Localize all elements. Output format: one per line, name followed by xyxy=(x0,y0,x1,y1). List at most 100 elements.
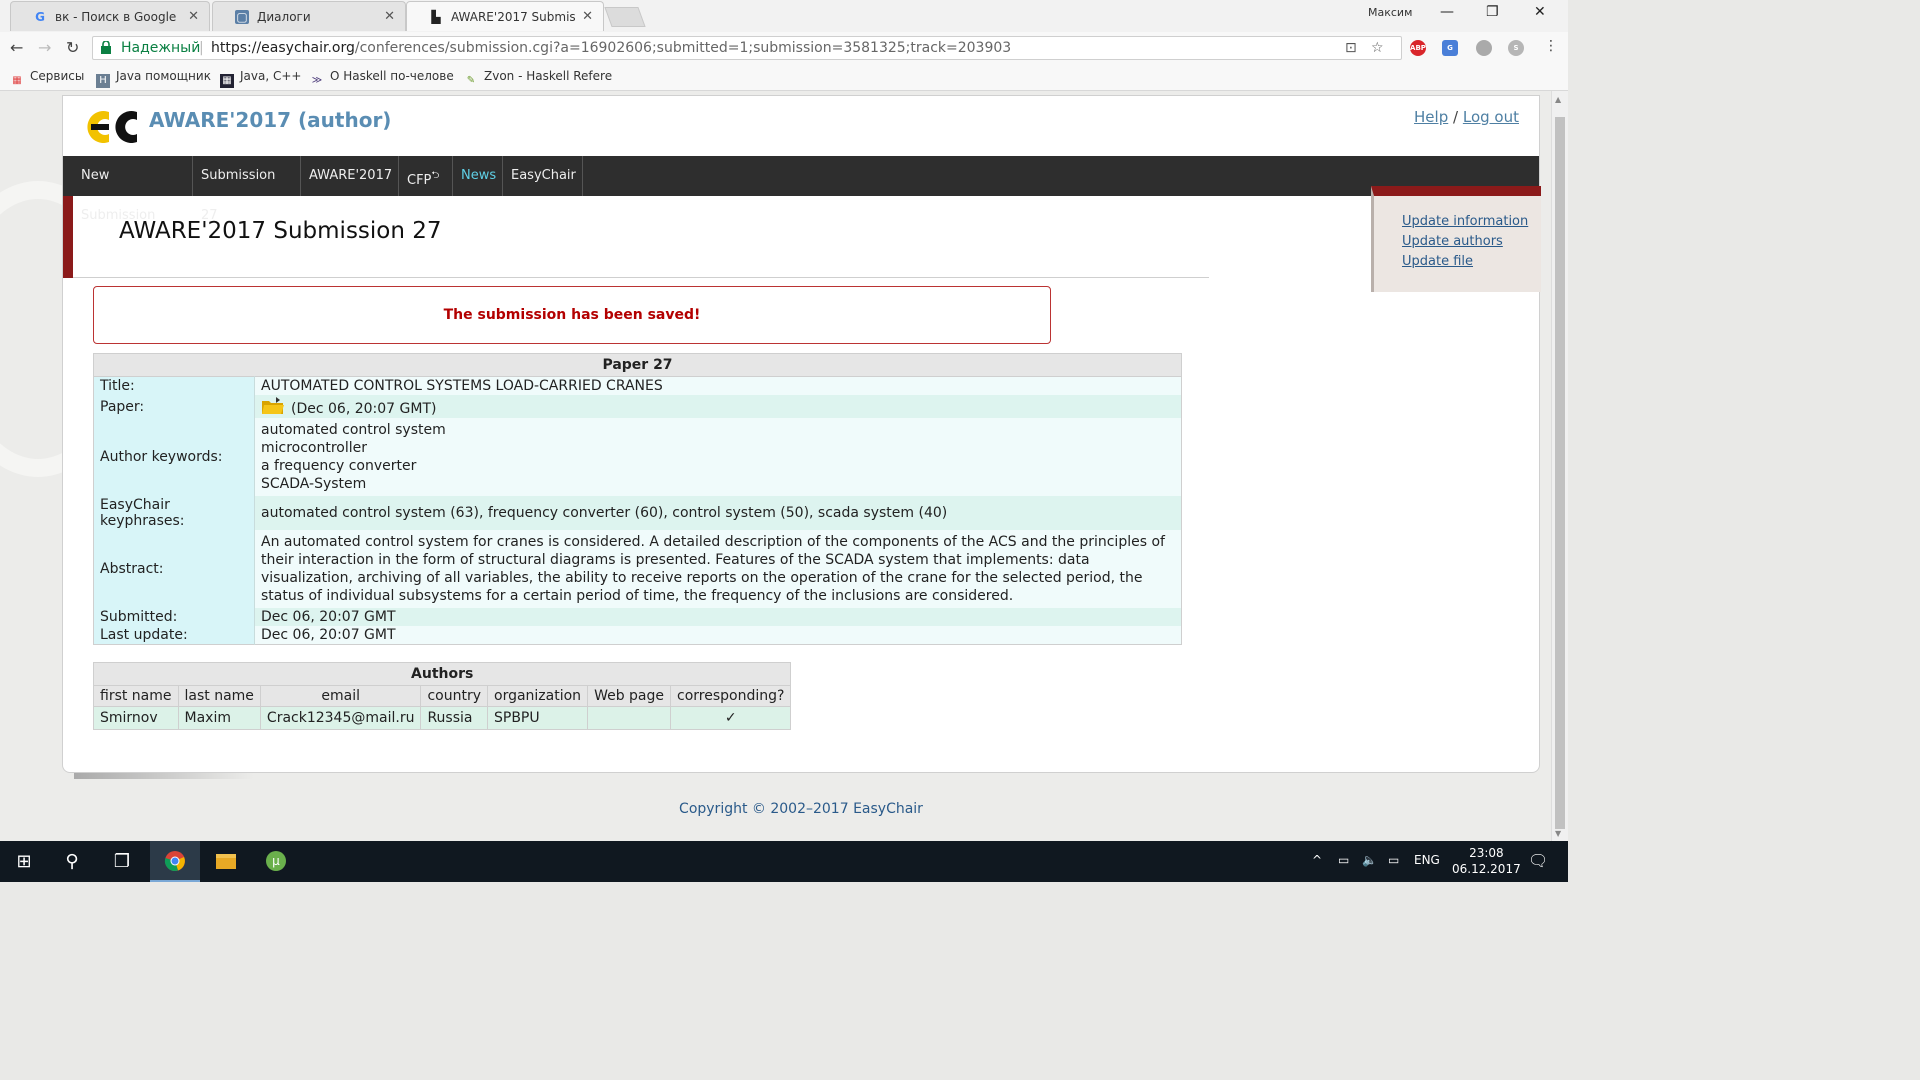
update-file-link[interactable]: Update file xyxy=(1402,252,1541,272)
bookmark-zvon[interactable]: ✎ Zvon - Haskell Refere xyxy=(464,69,612,88)
table-row: Submitted: Dec 06, 20:07 GMT xyxy=(93,608,1182,626)
keyphrases-label: EasyChair keyphrases: xyxy=(93,496,255,530)
menu-icon[interactable]: ⋮ xyxy=(1544,38,1558,54)
close-window-icon[interactable]: ✕ xyxy=(1534,4,1546,20)
bookmark-label: Java помощник xyxy=(116,69,211,83)
title-label: Title: xyxy=(93,376,255,395)
last-update-label: Last update: xyxy=(93,626,255,645)
adblock-icon[interactable]: ABP xyxy=(1410,40,1426,56)
url-path: /conferences/submission.cgi?a=16902606;s… xyxy=(354,40,1012,56)
bookmark-services[interactable]: ▦ Сервисы xyxy=(10,69,84,88)
grid-icon: ▦ xyxy=(220,74,234,88)
close-icon[interactable]: ✕ xyxy=(188,9,199,24)
restore-icon[interactable]: ❐ xyxy=(1486,4,1499,20)
pen-icon: ✎ xyxy=(466,75,476,86)
update-information-link[interactable]: Update information xyxy=(1402,212,1541,232)
chrome-icon[interactable] xyxy=(150,841,200,882)
star-icon[interactable]: ☆ xyxy=(1371,40,1384,56)
profile-name[interactable]: Максим xyxy=(1368,6,1412,19)
tab-label: вк - Поиск в Google xyxy=(55,10,177,24)
menu-aware2017[interactable]: AWARE'2017 xyxy=(301,156,399,196)
menu-submission-27[interactable]: Submission 27 xyxy=(193,156,301,223)
save-notice: The submission has been saved! xyxy=(93,286,1051,344)
paper-label: Paper: xyxy=(93,395,255,418)
scroll-thumb[interactable] xyxy=(1555,117,1565,829)
column-header: organization xyxy=(486,685,589,707)
notifications-icon[interactable]: 🗨 xyxy=(1528,851,1548,870)
keyword: microcontroller xyxy=(261,440,368,456)
google-translate-icon[interactable]: G xyxy=(1442,40,1458,56)
tab-strip: G вк - Поиск в Google ✕ ▢ Диалоги ✕ ▙ AW… xyxy=(0,0,1568,32)
copyright: Copyright © 2002–2017 EasyChair xyxy=(679,801,923,817)
column-header: last name xyxy=(177,685,261,707)
bookmark-label: Zvon - Haskell Refere xyxy=(484,69,613,83)
globe-icon[interactable] xyxy=(1476,40,1492,56)
table-row: Abstract: An automated control system fo… xyxy=(93,530,1182,608)
vk-dialogs-icon: ▢ xyxy=(235,10,249,24)
menu-news[interactable]: News xyxy=(453,156,503,196)
tab-google-search[interactable]: G вк - Поиск в Google ✕ xyxy=(10,1,210,31)
file-explorer-icon[interactable] xyxy=(202,841,250,882)
new-tab-button[interactable] xyxy=(604,7,646,27)
bookmark-java-cpp[interactable]: ▦ Java, C++ xyxy=(220,69,301,88)
easychair-icon: ▙ xyxy=(431,10,441,24)
paper-caption: Paper 27 xyxy=(93,353,1182,376)
utorrent-icon[interactable]: µ xyxy=(252,841,300,882)
translate-icon[interactable]: ⊡ xyxy=(1345,40,1357,56)
forward-icon[interactable]: → xyxy=(38,38,51,57)
easychair-keyphrases: automated control system (63), frequency… xyxy=(254,496,1182,530)
back-icon[interactable]: ← xyxy=(10,38,23,57)
skype-icon[interactable]: S xyxy=(1508,40,1524,56)
windows-start-icon[interactable]: ⊞ xyxy=(0,841,48,882)
language-indicator[interactable]: ENG xyxy=(1414,853,1440,867)
page-scrollbar[interactable]: ▲ ▼ xyxy=(1551,91,1568,841)
table-row: EasyChair keyphrases: automated control … xyxy=(93,496,1182,530)
table-header-row: first name last name email country organ… xyxy=(93,685,792,707)
haskell-icon: ≫ xyxy=(311,75,323,86)
authors-caption: Authors xyxy=(93,662,792,685)
easychair-logo xyxy=(87,111,137,143)
tab-dialogs[interactable]: ▢ Диалоги ✕ xyxy=(212,1,406,31)
h-icon: H xyxy=(96,74,110,88)
task-view-icon[interactable]: ❐ xyxy=(98,841,146,882)
lock-icon xyxy=(101,41,111,54)
bookmark-haskell[interactable]: ≫ О Haskell по-челове xyxy=(310,69,454,88)
table-row: Author keywords: automated control syste… xyxy=(93,418,1182,496)
reload-icon[interactable]: ↻ xyxy=(66,38,79,57)
logout-link[interactable]: Log out xyxy=(1463,108,1519,126)
conference-title: AWARE'2017 (author) xyxy=(149,108,392,132)
chevron-up-icon[interactable]: ^ xyxy=(1312,853,1322,867)
folder-icon[interactable] xyxy=(261,396,285,416)
tab-label: Диалоги xyxy=(257,10,311,24)
author-corresponding: ✓ xyxy=(670,706,792,730)
close-icon[interactable]: ✕ xyxy=(384,9,395,24)
tab-aware-submission[interactable]: ▙ AWARE'2017 Submission ✕ xyxy=(406,1,604,31)
menu-cfp[interactable]: CFP⮌ xyxy=(399,156,453,196)
keyword: SCADA-System xyxy=(261,476,367,492)
author-web-page xyxy=(587,706,672,730)
bookmarks-bar: ▦ Сервисы H Java помощник ▦ Java, C++ ≫ О Ha… xyxy=(0,64,1568,91)
close-icon[interactable]: ✕ xyxy=(582,9,593,24)
network-icon[interactable]: ▭ xyxy=(1388,853,1399,867)
minimize-icon[interactable]: — xyxy=(1440,4,1454,20)
abstract-label: Abstract: xyxy=(93,530,255,608)
url-text[interactable]: https://easychair.org/conferences/submis… xyxy=(211,40,1011,56)
top-links: Help / Log out xyxy=(1414,108,1519,126)
author-first-name: Smirnov xyxy=(93,706,179,730)
menu-easychair[interactable]: EasyChair xyxy=(503,156,583,196)
help-link[interactable]: Help xyxy=(1414,108,1448,126)
column-header: country xyxy=(420,685,488,707)
clock[interactable]: 23:08 06.12.2017 xyxy=(1452,845,1521,877)
bookmark-java-helper[interactable]: H Java помощник xyxy=(96,69,211,88)
volume-icon[interactable]: 🔈 xyxy=(1362,853,1377,867)
address-bar[interactable]: Надежный | https://easychair.org/confere… xyxy=(92,36,1402,60)
google-icon: G xyxy=(35,10,45,24)
search-icon[interactable]: ⚲ xyxy=(48,841,96,882)
menu-new-submission[interactable]: New Submission xyxy=(73,156,193,223)
battery-icon[interactable]: ▭ xyxy=(1338,853,1349,867)
update-authors-link[interactable]: Update authors xyxy=(1402,232,1541,252)
scroll-up-icon[interactable]: ▲ xyxy=(1555,95,1561,104)
table-row: Title: AUTOMATED CONTROL SYSTEMS LOAD-CA… xyxy=(93,376,1182,395)
toolbar: ← → ↻ Надежный | https://easychair.org/c… xyxy=(0,32,1568,64)
scroll-down-icon[interactable]: ▼ xyxy=(1555,829,1561,838)
